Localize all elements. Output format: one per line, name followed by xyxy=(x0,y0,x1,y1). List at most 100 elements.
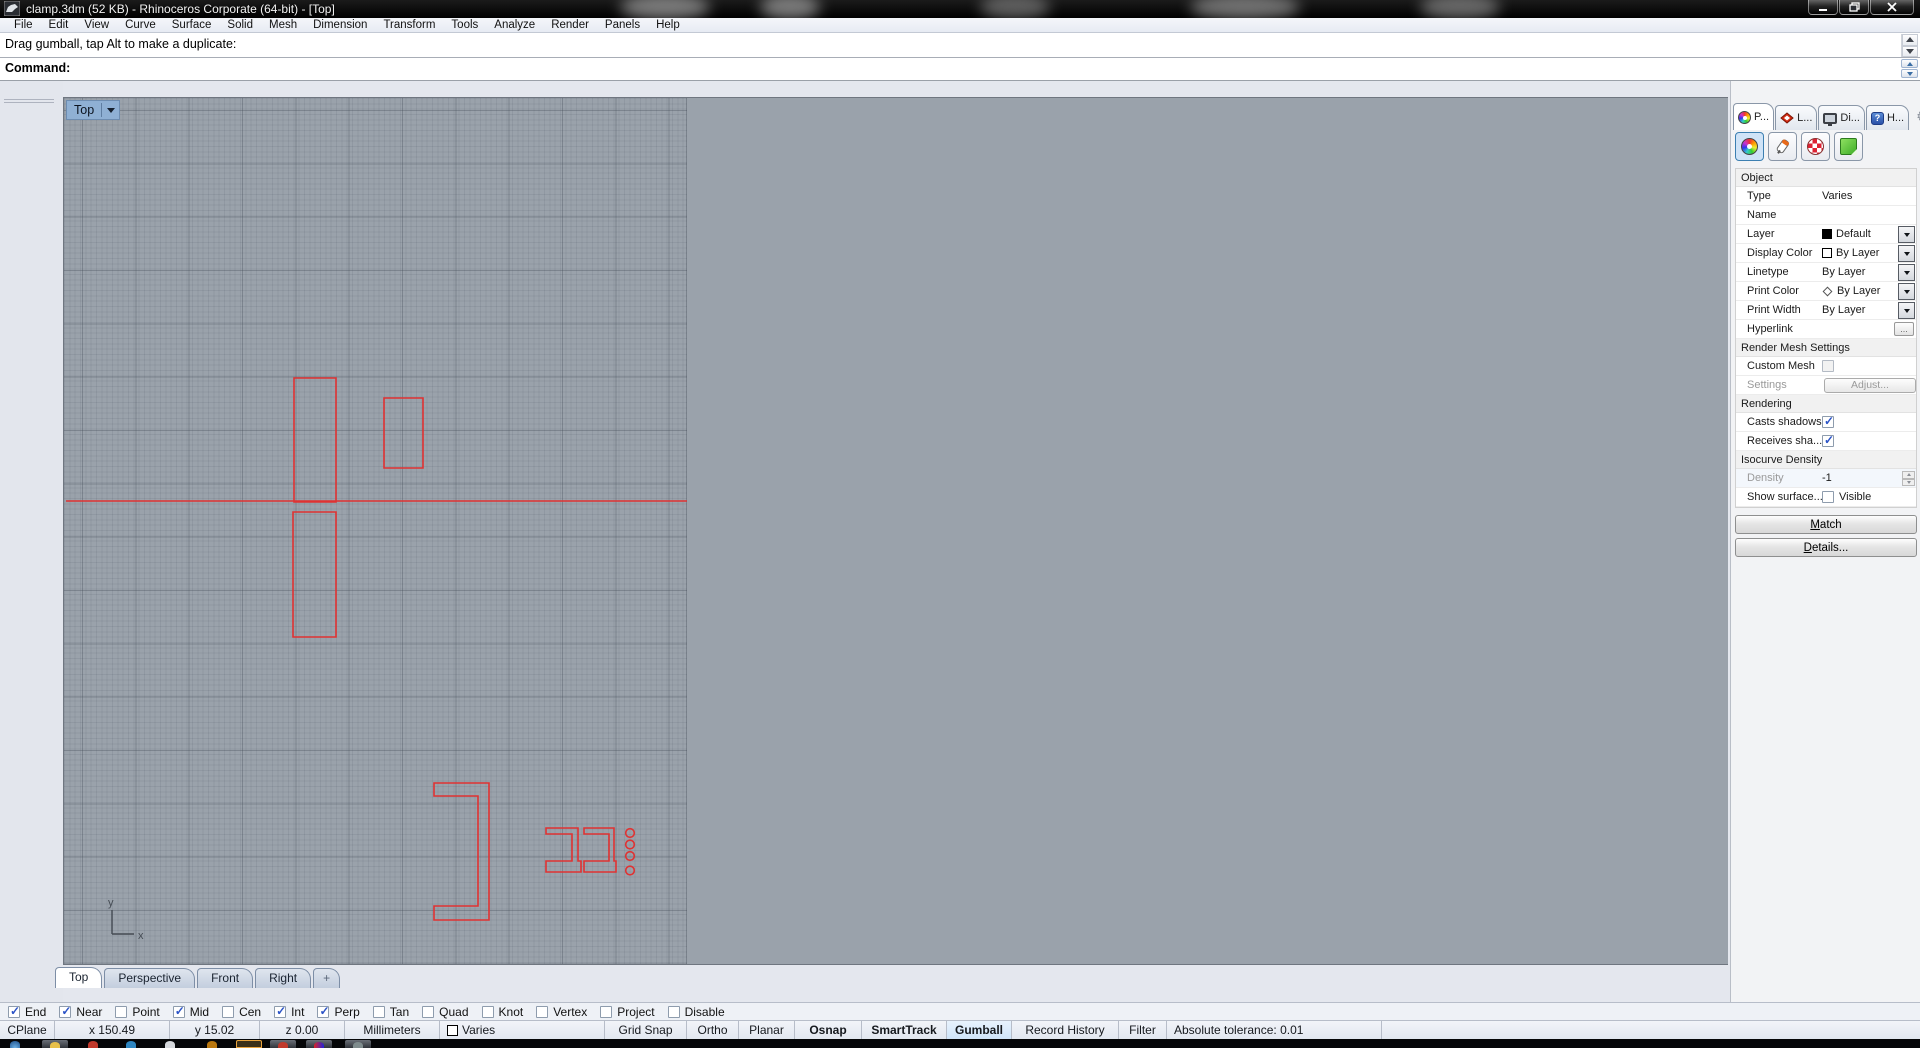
receives-shadows-checkbox[interactable] xyxy=(1822,435,1834,447)
menu-view[interactable]: View xyxy=(76,18,117,33)
status-planar[interactable]: Planar xyxy=(739,1021,795,1039)
start-orb-icon[interactable] xyxy=(10,1041,20,1048)
details-button[interactable]: Details... xyxy=(1735,538,1917,557)
osnap-perp-checkbox[interactable] xyxy=(317,1004,330,1018)
menu-dimension[interactable]: Dimension xyxy=(305,18,375,33)
panel-tab-help[interactable]: ? H... xyxy=(1865,105,1910,130)
menu-edit[interactable]: Edit xyxy=(41,18,77,33)
menu-tools[interactable]: Tools xyxy=(443,18,486,33)
custom-mesh-checkbox[interactable] xyxy=(1822,360,1834,372)
curve-c-channel[interactable] xyxy=(433,782,490,921)
spinner-up-icon[interactable] xyxy=(1901,59,1918,68)
osnap-vertex-checkbox[interactable] xyxy=(536,1005,549,1018)
casts-shadows-checkbox[interactable] xyxy=(1822,416,1834,428)
taskbar-item[interactable] xyxy=(270,1040,296,1048)
osnap-end-checkbox[interactable] xyxy=(8,1004,20,1018)
menu-panels[interactable]: Panels xyxy=(597,18,648,33)
status-osnap[interactable]: Osnap xyxy=(795,1021,862,1039)
osnap-disable[interactable]: Disable xyxy=(667,1005,725,1019)
dock-grip-handle[interactable] xyxy=(4,99,54,100)
osnap-disable-checkbox[interactable] xyxy=(667,1005,680,1018)
command-history-scrollbar[interactable] xyxy=(1901,34,1918,57)
curve-circles[interactable] xyxy=(624,827,636,876)
command-input[interactable]: Command: xyxy=(0,58,1920,81)
status-ortho[interactable]: Ortho xyxy=(687,1021,739,1039)
menu-analyze[interactable]: Analyze xyxy=(486,18,543,33)
osnap-mid[interactable]: Mid xyxy=(172,1004,209,1019)
status-layer[interactable]: Varies xyxy=(440,1021,605,1039)
osnap-cen-checkbox[interactable] xyxy=(222,1005,235,1018)
detail-button[interactable] xyxy=(1834,132,1863,161)
panel-tab-display[interactable]: Di... xyxy=(1818,105,1865,130)
osnap-perp[interactable]: Perp xyxy=(317,1004,360,1019)
adjust-button[interactable]: Adjust... xyxy=(1824,377,1916,393)
osnap-near[interactable]: Near xyxy=(59,1004,102,1019)
viewport-tab-perspective[interactable]: Perspective xyxy=(104,968,196,988)
restore-button[interactable] xyxy=(1839,0,1869,15)
material-button[interactable] xyxy=(1768,132,1797,161)
density-down-icon[interactable] xyxy=(1902,478,1915,486)
add-viewport-tab-button[interactable]: + xyxy=(313,968,341,988)
taskbar-item[interactable] xyxy=(306,1040,332,1048)
scroll-down-icon[interactable] xyxy=(1902,45,1918,57)
object-properties-button[interactable] xyxy=(1735,132,1764,161)
osnap-point-checkbox[interactable] xyxy=(115,1005,128,1018)
gear-icon[interactable]: ⚙ xyxy=(1916,108,1920,125)
status-units[interactable]: Millimeters xyxy=(345,1021,440,1039)
osnap-project-checkbox[interactable] xyxy=(600,1005,613,1018)
osnap-knot-checkbox[interactable] xyxy=(481,1005,494,1018)
print-width-dropdown-button[interactable] xyxy=(1898,302,1915,319)
menu-solid[interactable]: Solid xyxy=(219,18,261,33)
viewport-top[interactable]: Top y x xyxy=(63,97,1728,965)
taskbar-item[interactable] xyxy=(345,1040,371,1048)
osnap-tan[interactable]: Tan xyxy=(372,1005,409,1019)
osnap-end[interactable]: End xyxy=(8,1004,46,1019)
panel-tab-properties[interactable]: P... xyxy=(1733,103,1775,130)
osnap-point[interactable]: Point xyxy=(115,1005,160,1019)
status-smarttrack[interactable]: SmartTrack xyxy=(862,1021,947,1039)
spinner-down-icon[interactable] xyxy=(1901,69,1918,78)
osnap-int[interactable]: Int xyxy=(274,1004,304,1019)
taskbar-icon[interactable] xyxy=(126,1041,136,1048)
minimize-button[interactable] xyxy=(1808,0,1838,15)
osnap-vertex[interactable]: Vertex xyxy=(536,1005,587,1019)
hyperlink-browse-button[interactable]: ... xyxy=(1894,322,1914,336)
menu-surface[interactable]: Surface xyxy=(164,18,220,33)
match-button[interactable]: Match xyxy=(1735,515,1917,534)
command-history[interactable]: Drag gumball, tap Alt to make a duplicat… xyxy=(0,33,1920,58)
layer-dropdown-button[interactable] xyxy=(1898,226,1915,243)
menu-transform[interactable]: Transform xyxy=(375,18,443,33)
osnap-mid-checkbox[interactable] xyxy=(172,1004,185,1018)
menu-mesh[interactable]: Mesh xyxy=(261,18,305,33)
curve-rect-small[interactable] xyxy=(383,397,424,469)
curve-rect-upper[interactable] xyxy=(293,377,337,503)
texture-mapping-button[interactable] xyxy=(1801,132,1830,161)
chevron-down-icon[interactable] xyxy=(107,107,116,113)
menu-file[interactable]: File xyxy=(6,18,41,33)
curve-jaw-left[interactable] xyxy=(545,827,582,873)
taskbar-icon[interactable] xyxy=(207,1041,217,1048)
status-grid-snap[interactable]: Grid Snap xyxy=(605,1021,687,1039)
command-spinner[interactable] xyxy=(1901,59,1918,79)
show-surface-checkbox[interactable] xyxy=(1822,491,1834,503)
taskbar-icon[interactable] xyxy=(165,1041,175,1048)
status-filter[interactable]: Filter xyxy=(1119,1021,1167,1039)
osnap-tan-checkbox[interactable] xyxy=(372,1005,385,1018)
print-color-dropdown-button[interactable] xyxy=(1898,283,1915,300)
status-gumball[interactable]: Gumball xyxy=(947,1021,1012,1039)
close-button[interactable] xyxy=(1870,0,1914,15)
osnap-near-checkbox[interactable] xyxy=(59,1004,71,1018)
display-color-dropdown-button[interactable] xyxy=(1898,245,1915,262)
viewport-tab-top[interactable]: Top xyxy=(55,967,103,988)
osnap-cen[interactable]: Cen xyxy=(222,1005,261,1019)
curve-jaw-right[interactable] xyxy=(583,827,617,873)
menu-curve[interactable]: Curve xyxy=(117,18,164,33)
status-record-history[interactable]: Record History xyxy=(1012,1021,1119,1039)
osnap-project[interactable]: Project xyxy=(600,1005,655,1019)
viewport-tab-right[interactable]: Right xyxy=(255,968,312,988)
viewport-title-menu[interactable]: Top xyxy=(66,100,121,120)
panel-tab-layers[interactable]: L... xyxy=(1775,105,1818,130)
scroll-up-icon[interactable] xyxy=(1902,34,1918,46)
osnap-quad[interactable]: Quad xyxy=(422,1005,469,1019)
menu-render[interactable]: Render xyxy=(543,18,597,33)
